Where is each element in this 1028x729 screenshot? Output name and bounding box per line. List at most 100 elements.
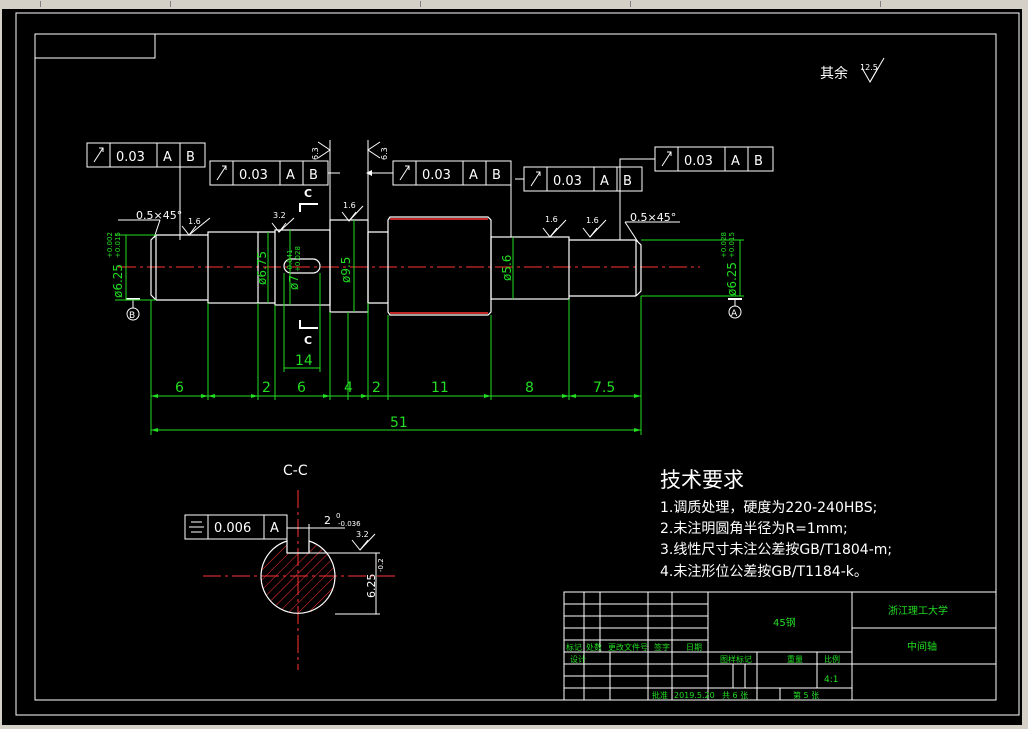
- section-fcf-tolerance: 0.006: [214, 521, 251, 536]
- diameter-right-end-tol-upper: +0.028: [720, 232, 728, 258]
- roughness-mark-2: 3.2: [273, 211, 286, 220]
- diameter-keyway-seat-tol-lower: +0.028: [294, 246, 302, 272]
- fcf-far-left-datum-b: B: [186, 150, 195, 165]
- fcf-mid-datum-b: B: [492, 168, 501, 183]
- length-dimension-labels: 6 2 6 4 2 11 8 7.5 51 14: [175, 353, 615, 431]
- diameter-right-end-tol-lower: +0.015: [728, 232, 736, 258]
- diameter-dimension-labels: ø6.25 +0.002 +0.015 ø6.75 ø7 -0.041 +0.0…: [106, 232, 739, 298]
- shaft-outline: [150, 216, 642, 316]
- keyway-width-dim: 14: [295, 353, 313, 369]
- section-cut-marker: [299, 203, 318, 329]
- length-dim-4: 4: [344, 380, 353, 396]
- fcf-left-datum-a: A: [286, 168, 295, 183]
- chamfer-right-label: 0.5×45°: [630, 211, 676, 224]
- fcf-left: [209, 160, 340, 186]
- length-dim-2: 2: [262, 380, 271, 396]
- roughness-note-value: 12.5: [860, 63, 878, 72]
- tech-req-item-1: 1.调质处理，硬度为220-240HBS;: [660, 500, 877, 516]
- tb-stage-label: 图样标记: [720, 654, 752, 664]
- diameter-keyway-seat: ø7: [287, 275, 301, 290]
- tb-weight-label: 重量: [787, 654, 803, 664]
- fcf-far-right-tolerance: 0.03: [684, 154, 713, 169]
- roughness-note-label: 其余: [820, 65, 848, 82]
- datum-a-label: A: [731, 309, 738, 319]
- tech-req-item-3: 3.线性尺寸未注公差按GB/T1804-m;: [660, 542, 892, 558]
- tb-sheet-no: 第 5 张: [793, 690, 819, 700]
- diameter-collar: ø9.5: [339, 257, 353, 283]
- section-diameter: 6.25: [365, 574, 378, 599]
- tb-school: 浙江理工大学: [888, 604, 948, 617]
- diameter-left-end: ø6.25: [111, 264, 125, 298]
- drawing-number-box: [34, 33, 156, 59]
- leader-arrow-icon: [366, 170, 372, 176]
- fcf-left-datum-b: B: [309, 168, 318, 183]
- diameter-left-end-tol-lower: +0.015: [114, 232, 122, 258]
- tech-req-item-4: 4.未注形位公差按GB/T1184-k。: [660, 564, 868, 580]
- tb-col-file: 更改文件号: [608, 642, 648, 652]
- section-diameter-tol: -0.2: [377, 558, 385, 572]
- diameter-right-end: ø6.25: [725, 262, 739, 296]
- section-marker-top: C: [304, 187, 312, 200]
- length-dim-3: 6: [297, 380, 306, 396]
- fcf-right-tolerance: 0.03: [553, 174, 582, 189]
- tb-material: 45钢: [773, 616, 796, 629]
- right-chamfer-edge: [635, 239, 642, 297]
- section-key-width-tol: -0.036: [338, 520, 361, 528]
- diameter-keyway-seat-tol-upper: -0.041: [286, 249, 294, 272]
- fcf-right-datum-a: A: [600, 174, 609, 189]
- section-marker-bottom: C: [304, 334, 312, 347]
- fcf-right-datum-b: B: [623, 174, 632, 189]
- roughness-6-3-left: 6.3: [311, 147, 320, 160]
- fcf-mid-tolerance: 0.03: [422, 168, 451, 183]
- roughness-mark-4: 1.6: [545, 215, 558, 224]
- runout-symbol-icon: [399, 165, 410, 181]
- tech-req-item-2: 2.未注明圆角半径为R=1mm;: [660, 521, 848, 537]
- fcf-left-tolerance: 0.03: [239, 168, 268, 183]
- length-dim-7: 8: [525, 380, 534, 396]
- diameter-right-step: ø5.6: [500, 255, 514, 281]
- diameter-left-end-tol-upper: +0.002: [106, 232, 114, 258]
- tb-part-name: 中间轴: [907, 640, 937, 653]
- fcf-far-left-tolerance: 0.03: [116, 150, 145, 165]
- tb-col-sign: 签字: [654, 642, 670, 652]
- sheet-outer-border: [15, 12, 1020, 716]
- section-fcf-datum: A: [270, 521, 279, 536]
- roughness-mark-1: 1.6: [188, 217, 201, 226]
- length-dim-8: 7.5: [593, 380, 615, 396]
- gear-section: [387, 216, 492, 316]
- overall-length-dim: 51: [390, 415, 408, 431]
- tech-req-title: 技术要求: [660, 468, 744, 492]
- section-key-width: 2: [324, 514, 331, 527]
- tb-col-count: 处数: [586, 642, 602, 652]
- runout-symbol-icon: [93, 147, 104, 163]
- fcf-far-right-datum-b: B: [754, 154, 763, 169]
- roughness-mark-5: 1.6: [586, 216, 599, 225]
- tb-col-mark: 标记: [566, 642, 582, 652]
- tb-row-approve: 批准: [652, 690, 668, 700]
- fcf-mid-datum-a: A: [469, 168, 478, 183]
- tb-col-date: 日期: [686, 643, 702, 652]
- dimension-extension-lines: [115, 220, 744, 435]
- length-dim-5: 2: [372, 380, 381, 396]
- tb-sheets-total: 共 6 张: [722, 691, 748, 700]
- length-dim-6: 11: [431, 380, 449, 396]
- datum-b-label: B: [129, 311, 135, 321]
- section-key-depth: 0: [336, 512, 340, 520]
- runout-symbol-icon: [530, 171, 541, 187]
- tb-date: 2019.5.20: [674, 691, 715, 700]
- cad-drawing-canvas[interactable]: 其余 12.5 0.03 A B 0.03 A B 0.03 A B 0.03 …: [0, 0, 1028, 729]
- runout-symbol-icon: [661, 151, 672, 167]
- tb-row-design: 设计: [570, 654, 586, 664]
- chamfer-left-label: 0.5×45°: [136, 209, 182, 222]
- section-roughness: 3.2: [356, 530, 369, 539]
- tb-scale: 4:1: [824, 675, 838, 685]
- tb-scale-label: 比例: [824, 654, 840, 664]
- length-dim-1: 6: [175, 380, 184, 396]
- roughness-mark-3: 1.6: [343, 201, 356, 210]
- section-view-title: C-C: [283, 463, 308, 479]
- fcf-far-left-datum-a: A: [163, 150, 172, 165]
- fcf-far-right-datum-a: A: [731, 154, 740, 169]
- general-roughness-note: 其余 12.5: [820, 57, 885, 84]
- roughness-6-3-right: 6.3: [380, 147, 389, 160]
- diameter-step-1: ø6.75: [255, 251, 269, 285]
